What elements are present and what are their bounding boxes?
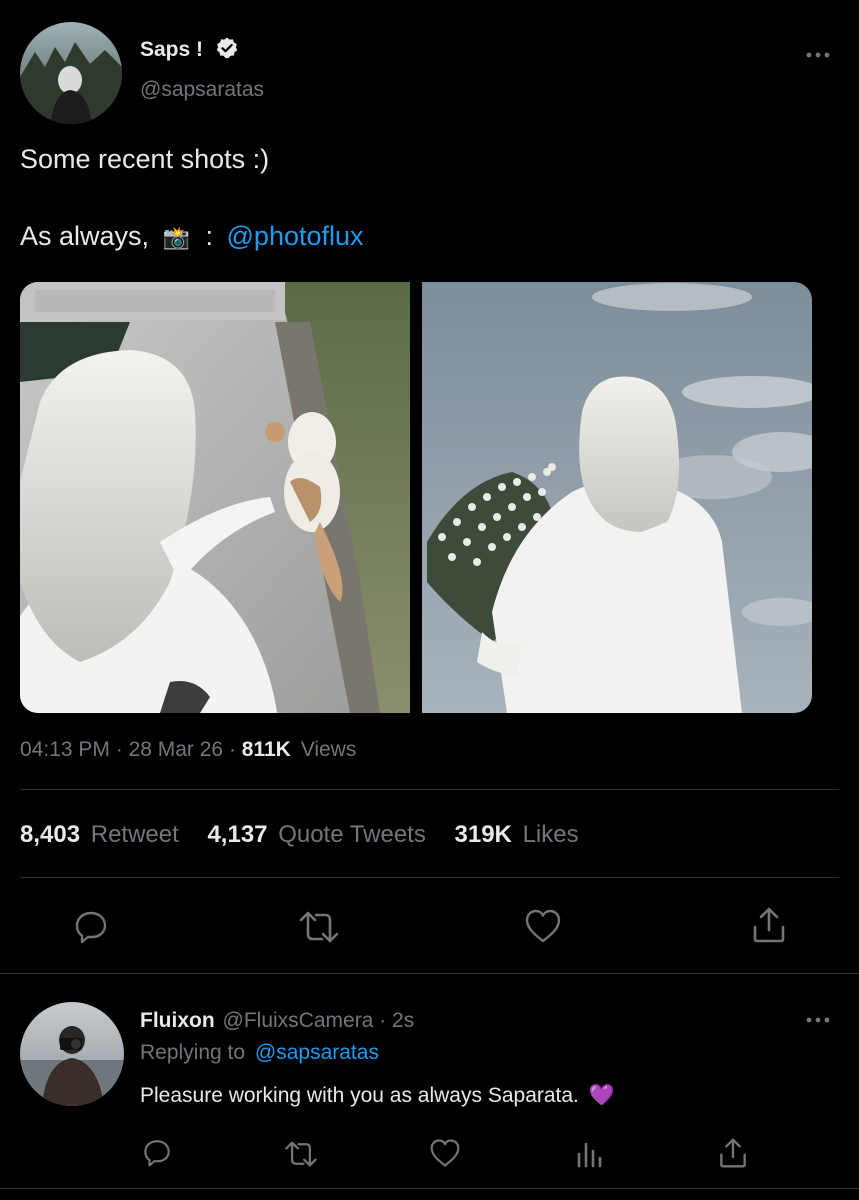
divider [20, 789, 839, 790]
more-icon[interactable] [805, 48, 831, 62]
meta-separator: · [228, 738, 242, 761]
reply-header: Fluixon @FluixsCamera · 2s [140, 1009, 414, 1033]
reply-time[interactable]: 2s [392, 1009, 414, 1032]
tweet-text-line1: Some recent shots :) [20, 144, 270, 174]
analytics-icon[interactable] [576, 1140, 604, 1168]
author-handle[interactable]: @sapsaratas [140, 78, 264, 102]
reply-author-avatar[interactable] [20, 1002, 124, 1106]
likes-count: 319K [454, 821, 512, 848]
share-icon[interactable] [751, 906, 787, 944]
tweet-photo-1[interactable] [20, 282, 410, 713]
share-icon[interactable] [718, 1137, 748, 1169]
tweet-text-line2: As always, 📸 : @photoflux [20, 221, 364, 252]
heart-icon[interactable] [524, 908, 562, 944]
tweet-meta: 04:13 PM · 28 Mar 26 · 811K Views [20, 738, 356, 762]
views-count: 811K [241, 738, 291, 761]
divider [20, 877, 839, 878]
divider [0, 1188, 859, 1189]
tweet-time[interactable]: 04:13 PM [20, 738, 110, 761]
quotes-count: 4,137 [207, 821, 268, 848]
tweet-date[interactable]: 28 Mar 26 [129, 738, 224, 761]
likes-label: Likes [522, 821, 579, 848]
quotes-stat[interactable]: 4,137 Quote Tweets [207, 821, 432, 848]
purple-heart-emoji: 💜 [588, 1084, 615, 1107]
replying-to-label: Replying to [140, 1041, 246, 1064]
divider [0, 973, 859, 974]
tweet-text-colon: : [205, 221, 213, 251]
replying-to: Replying to @sapsaratas [140, 1041, 379, 1065]
reply-icon[interactable] [73, 908, 109, 944]
reply-author-handle[interactable]: @FluixsCamera [223, 1009, 374, 1032]
author-name[interactable]: Saps ! [140, 38, 203, 62]
camera-emoji: 📸 [162, 225, 190, 250]
more-icon[interactable] [805, 1013, 831, 1027]
tweet-text-prefix: As always, [20, 221, 150, 251]
mention-link[interactable]: @photoflux [227, 221, 364, 251]
likes-stat[interactable]: 319K Likes [455, 821, 579, 848]
reply-text: Pleasure working with you as always Sapa… [140, 1084, 615, 1108]
retweets-label: Retweet [90, 821, 179, 848]
quotes-label: Quote Tweets [278, 821, 426, 848]
reply-text-body: Pleasure working with you as always Sapa… [140, 1084, 579, 1107]
views-label: Views [300, 738, 357, 761]
meta-separator: · [379, 1009, 393, 1032]
verified-badge-icon [215, 36, 239, 60]
retweets-stat[interactable]: 8,403 Retweet [20, 821, 185, 848]
replying-to-handle[interactable]: @sapsaratas [255, 1041, 379, 1064]
retweet-icon[interactable] [284, 1140, 318, 1168]
tweet-stats: 8,403 Retweet 4,137 Quote Tweets 319K Li… [20, 821, 579, 849]
tweet-photo-2[interactable] [422, 282, 812, 713]
author-avatar[interactable] [20, 22, 122, 124]
heart-icon[interactable] [429, 1138, 461, 1168]
reply-icon[interactable] [142, 1137, 172, 1167]
reply-author-name[interactable]: Fluixon [140, 1009, 215, 1032]
retweet-icon[interactable] [298, 910, 340, 944]
meta-separator: · [115, 738, 129, 761]
retweets-count: 8,403 [20, 821, 81, 848]
